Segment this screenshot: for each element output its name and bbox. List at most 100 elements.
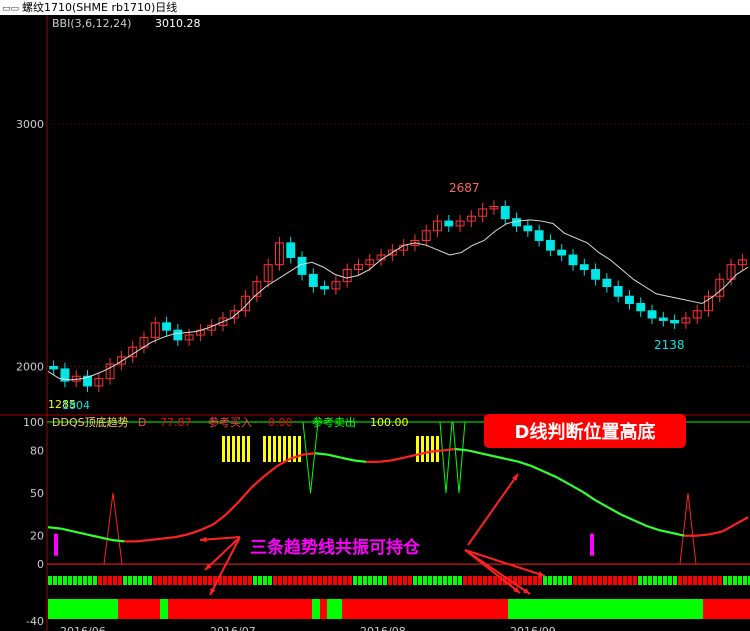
x-tick-label: 2016/06 <box>60 625 106 631</box>
d-line-segment <box>658 528 672 534</box>
legend-series-value: 0.00 <box>268 416 293 429</box>
buy-spike-line <box>679 493 697 565</box>
callout-arrow <box>464 549 521 594</box>
indicator-tick-label: 20 <box>30 530 44 543</box>
indicator-tick-label: -40 <box>26 615 44 628</box>
trend-row-1-cell <box>393 576 397 585</box>
sell-signal-bar <box>237 436 240 462</box>
trend-row-1-cell <box>313 576 317 585</box>
callout-arrow <box>204 536 241 571</box>
trend-row-1-cell <box>388 576 392 585</box>
price-tick-label: 3000 <box>16 118 44 131</box>
trend-row-2-block <box>327 599 342 619</box>
trend-row-1-cell <box>408 576 412 585</box>
trend-row-1-cell <box>478 576 482 585</box>
indicator-tick-label: 100 <box>23 416 44 429</box>
legend-series-value: 100.00 <box>370 416 409 429</box>
trend-row-1-cell <box>733 576 737 585</box>
trend-row-1-cell <box>578 576 582 585</box>
legend-series-name: D <box>138 416 146 429</box>
trend-row-1-cell <box>618 576 622 585</box>
trend-row-1-cell <box>123 576 127 585</box>
bbi-line <box>47 219 749 381</box>
d-line-segment <box>111 538 125 543</box>
trend-row-1-cell <box>728 576 732 585</box>
trend-row-1-cell <box>743 576 747 585</box>
trend-row-1-cell <box>378 576 382 585</box>
x-tick-label: 2016/08 <box>360 625 406 631</box>
trend-row-1-cell <box>68 576 72 585</box>
d-line-segment <box>607 506 622 516</box>
chart-area: 30002000BBI(3,6,12,24) 3010.2826872138128… <box>0 15 750 631</box>
trend-row-1-cell <box>528 576 532 585</box>
trend-row-1-cell <box>238 576 242 585</box>
trend-row-2-block <box>48 599 118 619</box>
candle-body <box>636 302 646 312</box>
d-line-segment <box>734 516 749 526</box>
d-line-segment <box>340 456 354 462</box>
d-line-segment <box>327 453 341 459</box>
sell-signal-bar <box>242 436 245 462</box>
trend-row-2-block <box>160 599 168 619</box>
trend-row-2-block <box>312 599 320 619</box>
d-line-segment <box>302 452 316 456</box>
trend-row-1-cell <box>543 576 547 585</box>
sell-signal-bar <box>222 436 225 462</box>
trend-row-1-cell <box>638 576 642 585</box>
trend-row-1-cell <box>668 576 672 585</box>
candle-body <box>591 269 601 280</box>
trend-row-1-cell <box>193 576 197 585</box>
d-line-segment <box>455 447 469 452</box>
trend-row-1-cell <box>318 576 322 585</box>
callout-arrowhead <box>200 536 207 543</box>
annotation-left-low: 1804 <box>62 399 90 412</box>
trend-row-1-cell <box>473 576 477 585</box>
candle-body <box>500 206 510 220</box>
sell-signal-bar <box>227 436 230 462</box>
trend-row-1-cell <box>283 576 287 585</box>
trend-row-1-cell <box>248 576 252 585</box>
trend-row-1-cell <box>723 576 727 585</box>
trend-row-1-cell <box>223 576 227 585</box>
trend-row-1-cell <box>413 576 417 585</box>
d-line-segment <box>250 475 266 489</box>
d-line-segment <box>238 486 253 503</box>
trend-row-1-cell <box>663 576 667 585</box>
trend-row-1-cell <box>678 576 682 585</box>
sell-signal-bar <box>268 436 271 462</box>
candle-body <box>613 286 623 297</box>
candle-body <box>534 230 544 241</box>
trend-row-1-cell <box>358 576 362 585</box>
callout-arrow <box>464 549 546 577</box>
trend-row-1-cell <box>288 576 292 585</box>
d-line-segment <box>467 449 481 455</box>
sell-signal-bar <box>263 436 266 462</box>
bbi-label: BBI(3,6,12,24) <box>52 17 131 30</box>
candle-body <box>523 225 533 232</box>
d-line-segment <box>518 460 532 468</box>
candle-body <box>670 319 680 324</box>
trend-row-1-cell <box>613 576 617 585</box>
trend-row-1-cell <box>673 576 677 585</box>
trend-row-1-cell <box>693 576 697 585</box>
callout-arrow <box>209 536 241 596</box>
candle-body <box>162 322 171 331</box>
d-line-segment <box>429 449 443 453</box>
trend-row-1-cell <box>138 576 142 585</box>
trend-row-1-cell <box>738 576 742 585</box>
bbi-value: 3010.28 <box>155 17 201 30</box>
trend-row-1-cell <box>93 576 97 585</box>
trend-row-1-cell <box>468 576 472 585</box>
indicator-tick-label: 50 <box>30 487 44 500</box>
trend-row-1-cell <box>523 576 527 585</box>
trend-row-1-cell <box>263 576 267 585</box>
d-line-segment <box>187 528 202 536</box>
trend-row-1-cell <box>233 576 237 585</box>
annotation-low: 2138 <box>654 338 685 352</box>
trend-row-1-cell <box>458 576 462 585</box>
trend-row-1-cell <box>453 576 457 585</box>
d-line-segment <box>569 483 584 493</box>
d-line-segment <box>315 452 329 456</box>
d-line-segment <box>73 530 87 536</box>
buy-marker <box>54 533 58 556</box>
